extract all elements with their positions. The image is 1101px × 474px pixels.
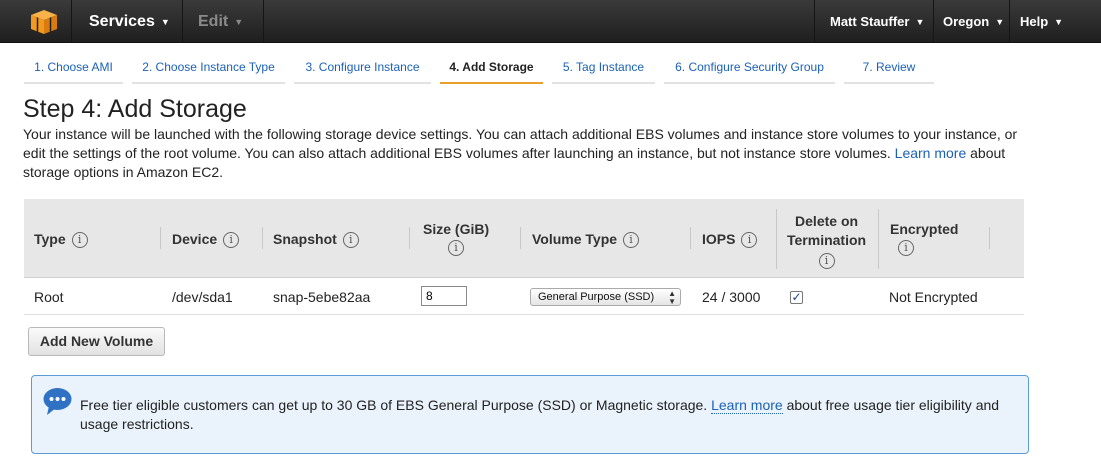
delete-on-termination-checkbox[interactable]: ✓	[790, 291, 803, 304]
row-device: /dev/sda1	[172, 289, 233, 305]
column-divider	[878, 209, 879, 269]
volume-type-value: General Purpose (SSD)	[538, 291, 655, 303]
aws-cube-icon[interactable]	[24, 9, 64, 35]
info-icon[interactable]: i	[741, 232, 758, 248]
column-header-type: Type i	[34, 231, 88, 248]
row-iops: 24 / 3000	[702, 289, 761, 305]
column-divider	[690, 227, 691, 249]
help-menu[interactable]: Help ▼	[1020, 0, 1063, 43]
region-menu[interactable]: Oregon ▼	[943, 0, 1004, 43]
learn-more-free-tier-link[interactable]: Learn more	[711, 397, 783, 414]
services-label: Services	[89, 13, 155, 30]
column-divider	[409, 227, 410, 249]
row-snapshot: snap-5ebe82aa	[273, 289, 371, 305]
page-description: Your instance will be launched with the …	[23, 125, 1043, 182]
info-icon[interactable]: i	[71, 232, 88, 248]
nav-divider	[182, 0, 183, 43]
column-divider	[776, 209, 777, 269]
chevron-down-icon: ▼	[915, 17, 925, 27]
speech-bubble-icon	[43, 388, 72, 415]
table-row: Root /dev/sda1 snap-5ebe82aa General Pur…	[24, 279, 1024, 315]
column-divider	[262, 227, 263, 249]
help-label: Help	[1020, 14, 1049, 29]
column-divider	[520, 227, 521, 249]
user-menu[interactable]: Matt Stauffer ▼	[830, 0, 924, 43]
user-label: Matt Stauffer	[830, 14, 910, 29]
wizard-step-configure-security-group[interactable]: 6. Configure Security Group	[664, 60, 835, 84]
nav-divider	[1009, 0, 1010, 43]
select-arrows-icon: ▲ ▼	[668, 289, 676, 306]
checkmark-icon: ✓	[791, 290, 802, 304]
table-header: Type i Device i Snapshot i Size (GiB) i Vol…	[24, 199, 1024, 278]
column-header-snapshot: Snapshot i	[273, 231, 359, 248]
wizard-step-add-storage[interactable]: 4. Add Storage	[440, 60, 543, 84]
column-divider	[160, 227, 161, 249]
info-icon[interactable]: i	[818, 253, 835, 269]
row-encrypted: Not Encrypted	[889, 289, 978, 305]
size-input[interactable]	[421, 286, 467, 306]
nav-divider	[263, 0, 264, 43]
column-header-delete-on-termination: Delete on Termination i	[787, 213, 867, 269]
wizard-step-choose-instance-type[interactable]: 2. Choose Instance Type	[132, 60, 285, 84]
chevron-down-icon: ▼	[995, 17, 1005, 27]
services-menu[interactable]: Services ▼	[89, 0, 170, 43]
nav-divider	[933, 0, 934, 43]
free-tier-text: Free tier eligible customers can get up …	[80, 396, 1010, 434]
column-header-encrypted: Encrypted i	[890, 221, 959, 256]
column-header-iops: IOPS i	[702, 231, 758, 248]
column-header-device: Device i	[172, 231, 240, 248]
column-header-volume-type: Volume Type i	[532, 231, 640, 248]
description-text: Your instance will be launched with the …	[23, 126, 1018, 161]
wizard-step-choose-ami[interactable]: 1. Choose AMI	[24, 60, 123, 84]
column-divider	[989, 227, 990, 249]
region-label: Oregon	[943, 14, 990, 29]
wizard-step-configure-instance[interactable]: 3. Configure Instance	[294, 60, 431, 84]
chevron-down-icon: ▼	[160, 17, 170, 27]
volume-type-select[interactable]: General Purpose (SSD) ▲ ▼	[530, 288, 681, 306]
wizard-steps: 1. Choose AMI 2. Choose Instance Type 3.…	[0, 43, 1101, 85]
wizard-step-review[interactable]: 7. Review	[844, 60, 934, 84]
info-icon[interactable]: i	[342, 232, 359, 248]
edit-menu[interactable]: Edit ▼	[198, 0, 243, 43]
info-icon[interactable]: i	[448, 240, 465, 256]
free-tier-info-box: Free tier eligible customers can get up …	[31, 375, 1029, 454]
add-new-volume-button[interactable]: Add New Volume	[28, 327, 165, 356]
chevron-down-icon: ▼	[1054, 17, 1064, 27]
info-icon[interactable]: i	[223, 232, 240, 248]
free-tier-text-start: Free tier eligible customers can get up …	[80, 397, 708, 413]
row-type: Root	[34, 289, 64, 305]
chevron-down-icon: ▼	[234, 17, 244, 27]
edit-label: Edit	[198, 13, 229, 30]
nav-divider	[814, 0, 815, 43]
learn-more-storage-link[interactable]: Learn more	[895, 145, 967, 161]
info-icon[interactable]: i	[898, 240, 914, 256]
wizard-step-tag-instance[interactable]: 5. Tag Instance	[552, 60, 655, 84]
top-navigation-bar: Services ▼ Edit ▼ Matt Stauffer ▼ Oregon ▼ H…	[0, 0, 1101, 43]
info-icon[interactable]: i	[623, 232, 640, 248]
column-header-size: Size (GiB) i	[423, 221, 490, 256]
page-title: Step 4: Add Storage	[23, 95, 247, 123]
nav-divider	[71, 0, 72, 43]
